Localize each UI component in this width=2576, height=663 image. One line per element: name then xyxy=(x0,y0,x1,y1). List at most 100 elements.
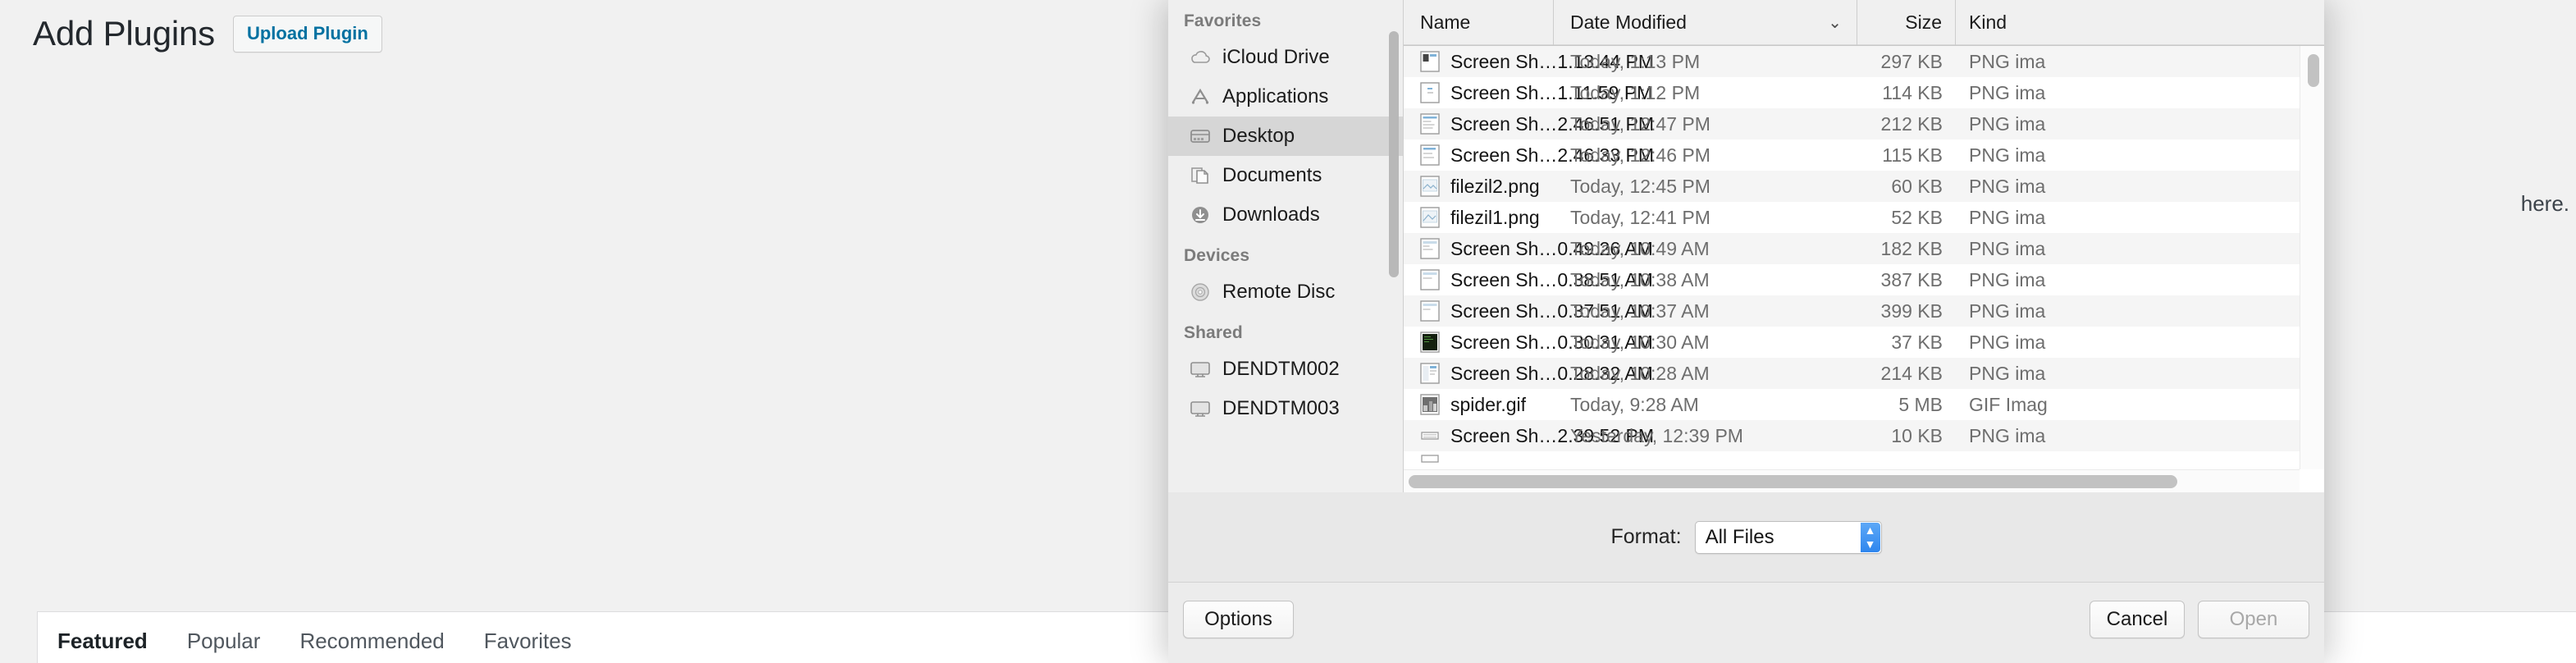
tab-featured[interactable]: Featured xyxy=(38,630,167,652)
sidebar-item-label: Downloads xyxy=(1222,203,1320,226)
file-size: 114 KB xyxy=(1882,81,1943,103)
downloads-folder-icon xyxy=(1188,203,1213,227)
file-list-rows: Screen Sh…1.13.44 PM Today, 1:13 PM 297 … xyxy=(1404,46,2324,466)
table-row[interactable]: Screen Sh…0.28.32 AM Today, 10:28 AM 214… xyxy=(1404,358,2324,389)
sidebar-item-downloads[interactable]: Downloads xyxy=(1168,195,1403,235)
horizontal-scrollbar-thumb[interactable] xyxy=(1409,475,2177,488)
file-name-cell: filezil1.png xyxy=(1404,207,1554,229)
file-size: 60 KB xyxy=(1891,175,1943,197)
column-header-kind-label: Kind xyxy=(1969,11,2007,33)
file-size: 399 KB xyxy=(1880,299,1943,322)
png-file-icon xyxy=(1420,113,1440,135)
file-size: 37 KB xyxy=(1891,331,1943,353)
file-size: 214 KB xyxy=(1880,362,1943,384)
file-kind: PNG ima xyxy=(1969,81,2046,103)
table-row[interactable]: Screen Sh…2.46.51 PM Today, 12:47 PM 212… xyxy=(1404,108,2324,139)
file-list-horizontal-scrollbar[interactable] xyxy=(1404,469,2300,492)
file-list-header: Name Date Modified ⌄ Size Kind xyxy=(1404,0,2324,46)
column-header-name[interactable]: Name xyxy=(1404,0,1554,45)
sidebar-item-dendtm003[interactable]: DENDTM003 xyxy=(1168,389,1403,428)
sidebar-group-favorites-title: Favorites xyxy=(1184,11,1262,30)
tab-favorites[interactable]: Favorites xyxy=(464,630,591,652)
table-row[interactable]: Screen Sh…1.13.44 PM Today, 1:13 PM 297 … xyxy=(1404,46,2324,77)
file-name: spider.gif xyxy=(1450,393,1527,415)
desktop-folder-icon xyxy=(1188,124,1213,149)
file-list-vertical-scrollbar[interactable] xyxy=(2300,46,2324,469)
open-button: Open xyxy=(2198,601,2309,638)
file-size: 10 KB xyxy=(1891,424,1943,446)
stepper-arrows-icon[interactable]: ▲ ▼ xyxy=(1860,522,1880,552)
table-row[interactable]: Screen Sh…2.46.33 PM Today, 12:46 PM 115… xyxy=(1404,139,2324,171)
file-date: Today, 10:28 AM xyxy=(1570,362,1710,384)
file-size: 297 KB xyxy=(1880,50,1943,72)
table-row[interactable]: Screen Sh…0.49.26 AM Today, 10:49 AM 182… xyxy=(1404,233,2324,264)
sidebar-item-applications[interactable]: Applications xyxy=(1168,77,1403,117)
file-name-cell: Screen Sh…0.37.51 AM xyxy=(1404,300,1653,322)
file-kind: PNG ima xyxy=(1969,299,2046,322)
tab-recommended[interactable]: Recommended xyxy=(280,630,464,652)
file-date: Today, 1:13 PM xyxy=(1570,50,1701,72)
sidebar-item-icloud-drive[interactable]: iCloud Drive xyxy=(1168,38,1403,77)
file-kind: PNG ima xyxy=(1969,331,2046,353)
cancel-button[interactable]: Cancel xyxy=(2090,601,2185,638)
file-date: Today, 12:46 PM xyxy=(1570,144,1710,166)
documents-folder-icon xyxy=(1188,163,1213,188)
sidebar-item-dendtm002[interactable]: DENDTM002 xyxy=(1168,350,1403,389)
table-row[interactable]: Screen Sh…2.39.52 PM Yesterday, 12:39 PM… xyxy=(1404,420,2324,451)
sidebar-scrollbar-thumb[interactable] xyxy=(1389,31,1399,277)
file-name-cell: Screen Sh…0.30.31 AM xyxy=(1404,332,1653,354)
png-file-icon xyxy=(1420,425,1440,446)
sidebar-item-label: Desktop xyxy=(1222,125,1295,147)
page-title: Add Plugins xyxy=(33,14,215,53)
sidebar-item-remote-disc[interactable]: Remote Disc xyxy=(1168,272,1403,312)
file-kind: PNG ima xyxy=(1969,144,2046,166)
chevron-down-icon: ⌄ xyxy=(1828,14,1842,32)
file-size: 212 KB xyxy=(1880,112,1943,135)
sidebar-group-shared-title: Shared xyxy=(1184,323,1243,342)
file-kind: PNG ima xyxy=(1969,50,2046,72)
table-row[interactable]: spider.gif Today, 9:28 AM 5 MB GIF Imag xyxy=(1404,389,2324,420)
sidebar-item-label: Remote Disc xyxy=(1222,281,1336,303)
file-kind: GIF Imag xyxy=(1969,393,2048,415)
file-name: filezil1.png xyxy=(1450,206,1540,228)
table-row[interactable]: Screen Sh…0.38.51 AM Today, 10:38 AM 387… xyxy=(1404,264,2324,295)
file-size: 52 KB xyxy=(1891,206,1943,228)
sidebar-group-devices-title: Devices xyxy=(1184,246,1250,265)
icloud-drive-icon xyxy=(1188,45,1213,70)
png-file-icon xyxy=(1420,451,1440,466)
file-kind: PNG ima xyxy=(1969,268,2046,290)
sidebar-scrollbar[interactable] xyxy=(1389,10,1399,482)
png-file-icon xyxy=(1420,363,1440,384)
format-selected-value: All Files xyxy=(1705,525,1774,548)
table-row[interactable]: Screen Sh…0.30.31 AM Today, 10:30 AM 37 … xyxy=(1404,327,2324,358)
png-file-icon xyxy=(1420,207,1440,228)
shared-computer-icon xyxy=(1188,396,1213,421)
file-open-dialog: Favorites iCloud Drive Applications Desk… xyxy=(1168,0,2324,663)
file-date: Yesterday, 12:39 PM xyxy=(1570,424,1743,446)
format-select[interactable]: All Files ▲ ▼ xyxy=(1694,520,1882,554)
vertical-scrollbar-thumb[interactable] xyxy=(2308,54,2319,87)
png-file-icon xyxy=(1420,176,1440,197)
sidebar-item-documents[interactable]: Documents xyxy=(1168,156,1403,195)
column-header-date-modified[interactable]: Date Modified ⌄ xyxy=(1554,0,1857,45)
table-row[interactable]: filezil1.png Today, 12:41 PM 52 KB PNG i… xyxy=(1404,202,2324,233)
file-list-pane: Name Date Modified ⌄ Size Kind Screen Sh… xyxy=(1404,0,2324,492)
png-file-icon xyxy=(1420,269,1440,290)
file-date: Today, 12:45 PM xyxy=(1570,175,1710,197)
file-kind: PNG ima xyxy=(1969,237,2046,259)
file-size: 115 KB xyxy=(1882,144,1943,166)
table-row[interactable]: Screen Sh…1.11.59 PM Today, 1:12 PM 114 … xyxy=(1404,77,2324,108)
upload-plugin-button[interactable]: Upload Plugin xyxy=(232,15,382,53)
table-row-partial[interactable] xyxy=(1404,451,2324,466)
file-date: Today, 1:12 PM xyxy=(1570,81,1701,103)
file-kind: PNG ima xyxy=(1969,206,2046,228)
sidebar-item-desktop[interactable]: Desktop xyxy=(1168,117,1403,156)
table-row[interactable]: filezil2.png Today, 12:45 PM 60 KB PNG i… xyxy=(1404,171,2324,202)
column-header-kind[interactable]: Kind xyxy=(1956,0,2324,45)
column-header-size[interactable]: Size xyxy=(1857,0,1956,45)
tab-popular[interactable]: Popular xyxy=(167,630,281,652)
file-date: Today, 10:30 AM xyxy=(1570,331,1710,353)
options-button[interactable]: Options xyxy=(1183,601,1294,638)
table-row[interactable]: Screen Sh…0.37.51 AM Today, 10:37 AM 399… xyxy=(1404,295,2324,327)
chevron-up-icon: ▲ xyxy=(1864,524,1876,537)
